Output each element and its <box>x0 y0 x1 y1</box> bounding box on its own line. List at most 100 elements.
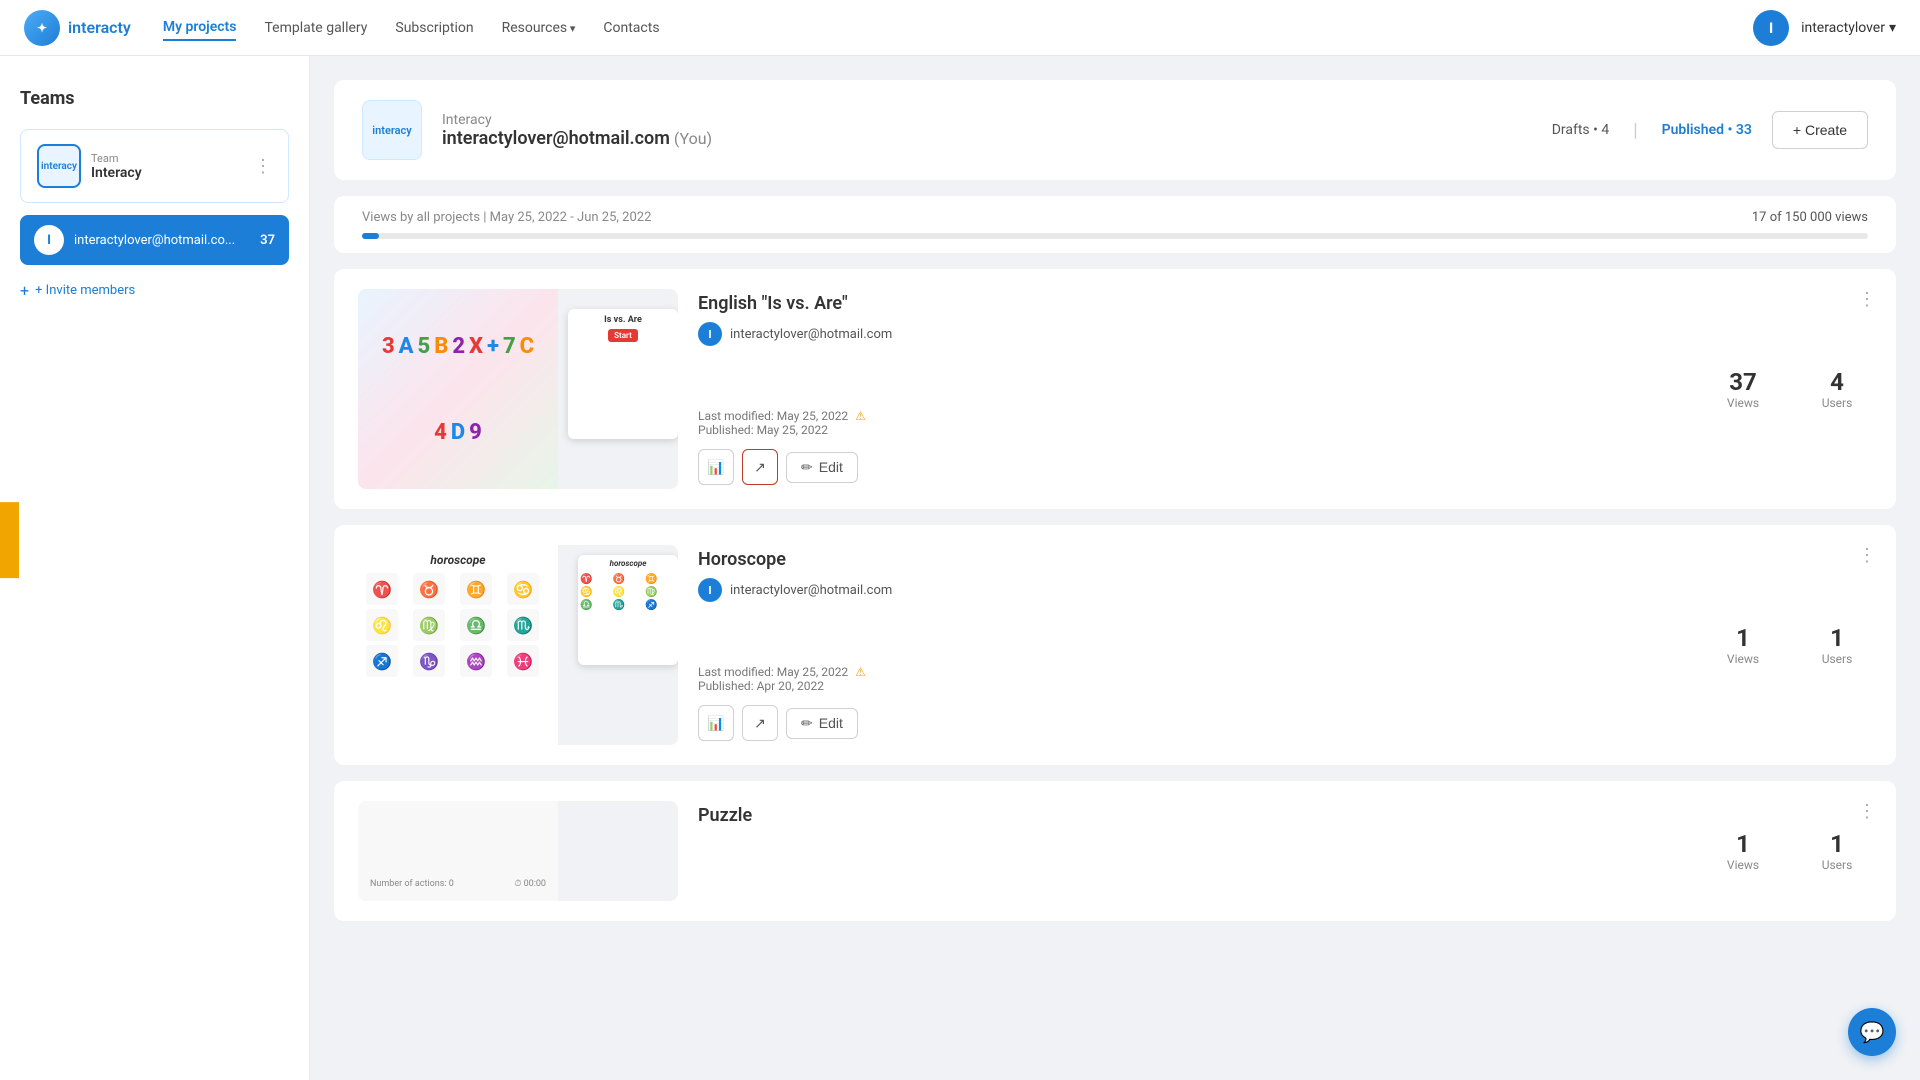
zodiac-aquarius: ♒ <box>460 645 492 677</box>
org-name: Interacy <box>442 112 1532 128</box>
author-avatar: I <box>698 578 722 602</box>
team-more-button[interactable]: ⋮ <box>254 156 272 177</box>
zodiac-grid: ♈ ♉ ♊ ♋ ♌ ♍ ♎ ♏ ♐ ♑ ♒ ♓ <box>366 573 550 677</box>
zodiac-cancer: ♋ <box>507 573 539 605</box>
views-number: 1 <box>1708 830 1778 858</box>
header-org-logo: interacy <box>362 100 422 160</box>
nav-links: My projects Template gallery Subscriptio… <box>163 15 1753 41</box>
users-label: Users <box>1802 396 1872 410</box>
progress-bar <box>362 233 1868 239</box>
team-logo: interacy <box>37 144 81 188</box>
more-options-button[interactable]: ⋮ <box>1858 801 1876 822</box>
edit-icon: ✏ <box>801 715 813 732</box>
sidebar: Teams interacy Team Interacy ⋮ I interac… <box>0 56 310 1080</box>
warning-icon: ⚠ <box>855 409 866 423</box>
project-stats: 37 Views 4 Users <box>1708 289 1872 489</box>
drafts-stat: Drafts • 4 <box>1552 122 1610 138</box>
invite-members-button[interactable]: + + Invite members <box>20 275 289 306</box>
feedback-tab[interactable]: Feedback <box>0 502 19 578</box>
team-card-left: interacy Team Interacy <box>37 144 142 188</box>
analytics-button[interactable]: 📊 <box>698 705 734 741</box>
header-card: interacy Interacy interactylover@hotmail… <box>334 80 1896 180</box>
views-number: 1 <box>1708 624 1778 652</box>
project-dates: Last modified: May 25, 2022 ⚠ Published:… <box>698 409 1688 437</box>
project-stats: 1 Views 1 Users <box>1708 545 1872 745</box>
nav-contacts[interactable]: Contacts <box>603 16 659 40</box>
horoscope-title: horoscope <box>366 553 550 567</box>
project-stats: 1 Views 1 Users <box>1708 801 1872 901</box>
zodiac-pisces: ♓ <box>507 645 539 677</box>
header-info: Interacy interactylover@hotmail.com (You… <box>442 112 1532 149</box>
invite-label: + Invite members <box>35 283 135 298</box>
project-thumbnail: 3 A 5 B 2 X + 7 C 4 D 9 Is vs. Are St <box>358 289 678 489</box>
users-number: 1 <box>1802 624 1872 652</box>
views-header: Views by all projects | May 25, 2022 - J… <box>362 210 1868 225</box>
share-button[interactable]: ↗ <box>742 449 778 485</box>
thumb-overlay-horoscope: horoscope ♈ ♉ ♊ ♋ ♌ ♍ ♎ ♏ ♐ <box>578 555 678 665</box>
horo-overlay-title: horoscope <box>578 555 678 572</box>
feedback-label: Feedback <box>0 502 19 578</box>
user-email: interactylover@hotmail.com <box>442 128 670 149</box>
more-options-button[interactable]: ⋮ <box>1858 289 1876 310</box>
logo[interactable]: ✦ interacty <box>24 10 131 46</box>
author-email: interactylover@hotmail.com <box>730 327 892 342</box>
users-label: Users <box>1802 858 1872 872</box>
users-stat: 1 Users <box>1802 830 1872 872</box>
edit-button[interactable]: ✏ English "Is vs. Are" Edit <box>786 452 858 483</box>
edit-button[interactable]: ✏ Edit <box>786 708 858 739</box>
published-date: Published: Apr 20, 2022 <box>698 679 1688 693</box>
users-number: 1 <box>1802 830 1872 858</box>
nav-subscription[interactable]: Subscription <box>395 16 473 40</box>
project-info: Horoscope I interactylover@hotmail.com L… <box>698 545 1688 745</box>
users-stat: 1 Users <box>1802 624 1872 666</box>
user-email-row: interactylover@hotmail.com (You) <box>442 128 1532 149</box>
author-email: interactylover@hotmail.com <box>730 583 892 598</box>
analytics-button[interactable]: 📊 <box>698 449 734 485</box>
logo-icon: ✦ <box>24 10 60 46</box>
sidebar-user-item[interactable]: I interactylover@hotmail.co... 37 <box>20 215 289 265</box>
nav-resources[interactable]: Resources <box>502 16 576 40</box>
user-menu[interactable]: interactylover ▾ <box>1801 20 1896 36</box>
project-actions: 📊 ↗ ✏ Edit <box>698 705 1688 741</box>
you-badge: (You) <box>674 129 712 148</box>
sidebar-title: Teams <box>20 88 289 109</box>
project-author: I interactylover@hotmail.com <box>698 322 1688 346</box>
zodiac-sagittarius: ♐ <box>366 645 398 677</box>
overlay-start-btn: Start <box>608 329 638 342</box>
views-stat: 1 Views <box>1708 830 1778 872</box>
project-title: Puzzle <box>698 805 1688 826</box>
views-stat: 37 Views <box>1708 368 1778 410</box>
layout: Teams interacy Team Interacy ⋮ I interac… <box>0 56 1920 1080</box>
stat-divider: | <box>1633 120 1637 141</box>
zodiac-virgo: ♍ <box>413 609 445 641</box>
thumb-horoscope-bg: horoscope ♈ ♉ ♊ ♋ ♌ ♍ ♎ ♏ ♐ ♑ ♒ ♓ <box>358 545 558 745</box>
nav-template-gallery[interactable]: Template gallery <box>264 16 367 40</box>
main-content: interacy Interacy interactylover@hotmail… <box>310 56 1920 1080</box>
team-info: Team Interacy <box>91 152 142 181</box>
published-link[interactable]: Published • 33 <box>1662 122 1752 138</box>
overlay-title: Is vs. Are <box>574 315 672 325</box>
last-modified: Last modified: May 25, 2022 ⚠ <box>698 665 1688 679</box>
zodiac-libra: ♎ <box>460 609 492 641</box>
team-card: interacy Team Interacy ⋮ <box>20 129 289 203</box>
views-bar: Views by all projects | May 25, 2022 - J… <box>334 196 1896 253</box>
zodiac-gemini: ♊ <box>460 573 492 605</box>
progress-fill <box>362 233 379 239</box>
create-button[interactable]: + Create <box>1772 111 1868 149</box>
sidebar-user-name: interactylover@hotmail.co... <box>74 233 250 248</box>
views-label: Views by all projects | May 25, 2022 - J… <box>362 210 651 225</box>
zodiac-capricorn: ♑ <box>413 645 445 677</box>
sidebar-user-avatar: I <box>34 225 64 255</box>
project-title: Horoscope <box>698 549 1688 570</box>
share-button[interactable]: ↗ <box>742 705 778 741</box>
project-card: 3 A 5 B 2 X + 7 C 4 D 9 Is vs. Are St <box>334 269 1896 509</box>
more-options-button[interactable]: ⋮ <box>1858 545 1876 566</box>
chat-button[interactable]: 💬 <box>1848 1008 1896 1056</box>
published-stat: Published • 33 <box>1662 122 1752 138</box>
users-label: Users <box>1802 652 1872 666</box>
nav-my-projects[interactable]: My projects <box>163 15 237 41</box>
views-label: Views <box>1708 396 1778 410</box>
project-actions: 📊 ↗ ✏ English "Is vs. Are" Edit <box>698 449 1688 485</box>
project-thumbnail: Number of actions: 0 ⏱ 00:00 <box>358 801 678 901</box>
project-card: Number of actions: 0 ⏱ 00:00 Puzzle 1 Vi… <box>334 781 1896 921</box>
